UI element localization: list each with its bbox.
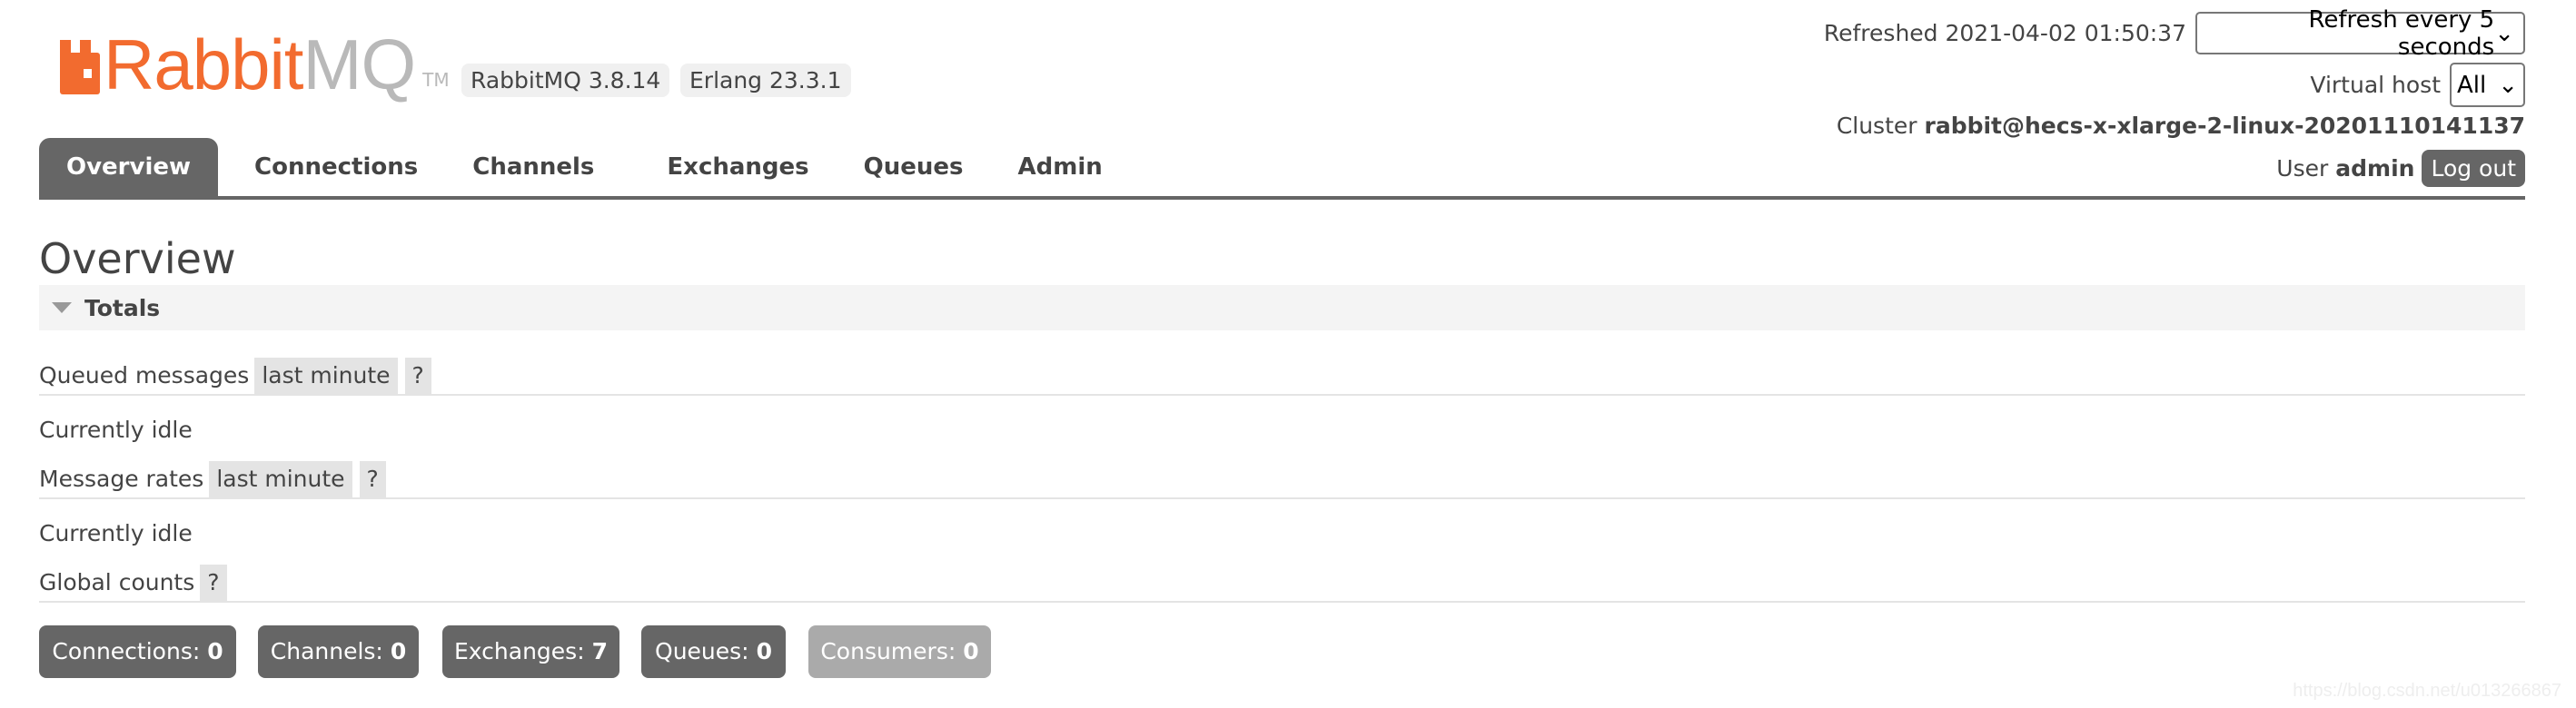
logo-text-mq: MQ [302,25,416,104]
refreshed-timestamp: Refreshed 2021-04-02 01:50:37 [1823,20,2186,46]
chevron-down-icon: ⌄ [2494,19,2514,47]
count-value: 0 [207,638,223,664]
global-counts-label: Global counts [39,569,195,595]
erlang-version-badge: Erlang 23.3.1 [680,64,851,97]
cluster-info: Cluster rabbit@hecs-x-xlarge-2-linux-202… [1837,113,2525,139]
count-label: Consumers: [820,638,956,664]
chevron-down-icon: ⌄ [2498,71,2518,99]
main-nav: Overview Connections Channels Exchanges … [39,138,1130,197]
global-counts-row: Global counts ? [39,565,2525,601]
divider [39,601,2525,603]
tab-overview[interactable]: Overview [39,138,219,197]
collapse-triangle-icon [52,302,72,313]
user-label: User [2276,155,2329,182]
user-name: admin [2335,155,2415,182]
virtual-host-label: Virtual host [2310,72,2441,98]
global-counts-help-button[interactable]: ? [200,565,227,601]
rates-help-button[interactable]: ? [359,461,386,497]
queues-count-button[interactable]: Queues: 0 [641,625,786,678]
exchanges-count-button[interactable]: Exchanges: 7 [442,625,619,678]
rabbit-logo-icon [60,40,100,94]
watermark: https://blog.csdn.net/u013266867 [2293,681,2561,701]
tab-exchanges[interactable]: Exchanges [639,138,836,197]
cluster-name: rabbit@hecs-x-xlarge-2-linux-20201110141… [1924,113,2526,139]
tab-channels[interactable]: Channels [445,138,621,197]
queued-help-button[interactable]: ? [404,358,431,394]
count-value: 0 [963,638,979,664]
count-value: 0 [756,638,772,664]
tab-connections[interactable]: Connections [227,138,445,197]
nav-divider [39,196,2525,200]
queued-range-selector[interactable]: last minute [254,358,398,394]
refresh-interval-select[interactable]: Refresh every 5 seconds ⌄ [2195,6,2525,61]
cluster-label: Cluster [1836,113,1917,139]
logo-text-rabbit: Rabbit [104,25,303,104]
queued-messages-label: Queued messages [39,362,250,388]
logout-button[interactable]: Log out [2422,150,2525,187]
tab-admin[interactable]: Admin [991,138,1130,197]
totals-section-header[interactable]: Totals [39,285,2525,330]
count-value: 0 [390,638,407,664]
rates-status: Currently idle [39,520,193,546]
rates-range-selector[interactable]: last minute [209,461,352,497]
message-rates-row: Message rates last minute ? [39,461,2525,497]
message-rates-label: Message rates [39,466,204,492]
queued-status: Currently idle [39,417,193,443]
queued-messages-row: Queued messages last minute ? [39,358,2525,394]
count-label: Queues: [655,638,749,664]
page-title: Overview [39,234,236,283]
tab-queues[interactable]: Queues [837,138,991,197]
channels-count-button[interactable]: Channels: 0 [258,625,419,678]
virtual-host-select[interactable]: All ⌄ [2450,63,2525,107]
virtual-host-value: All [2457,71,2487,99]
totals-title: Totals [84,294,161,321]
consumers-count-button[interactable]: Consumers: 0 [808,625,991,678]
refresh-interval-value: Refresh every 5 seconds [2308,5,2495,61]
logo-tm: TM [422,69,450,91]
connections-count-button[interactable]: Connections: 0 [39,625,236,678]
count-label: Connections: [52,638,201,664]
divider [39,394,2525,396]
count-value: 7 [591,638,608,664]
count-label: Channels: [270,638,383,664]
count-label: Exchanges: [454,638,585,664]
rabbitmq-version-badge: RabbitMQ 3.8.14 [461,64,670,97]
divider [39,497,2525,499]
rabbitmq-logo: Rabbit MQ TM [60,27,450,100]
